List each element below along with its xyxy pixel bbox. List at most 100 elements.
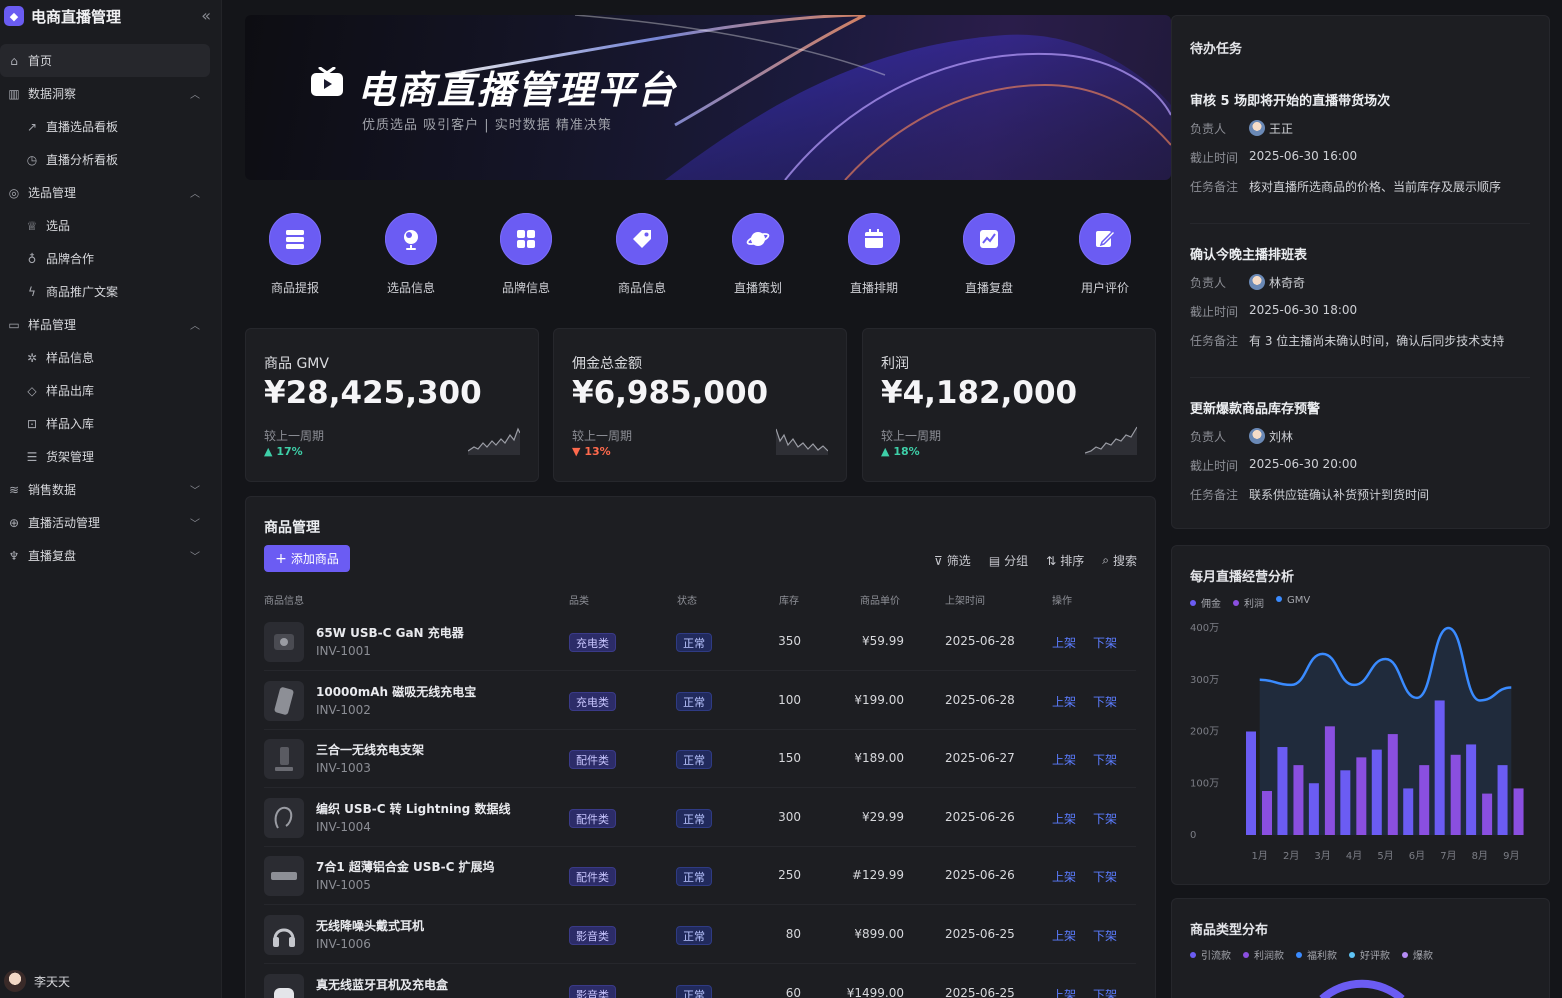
app-root: ◆ 电商直播管理 « ⌂ 首页 ▥ 数据洞察 ︿ ↗ 直播选品看板 ◷ 直播分析看板 ◎ 选… <box>0 0 1562 998</box>
sparkline <box>1085 426 1137 455</box>
list-on-shelf-link[interactable]: 上架 <box>1052 693 1076 710</box>
take-off-shelf-link[interactable]: 下架 <box>1093 751 1117 768</box>
tag-icon <box>616 213 668 265</box>
y-tick-label: 0 <box>1190 830 1196 841</box>
date-cell: 2025-06-25 <box>945 985 1015 998</box>
stat-value: ¥4,182,000 <box>881 375 1078 411</box>
sidebar-item-selection-mgmt[interactable]: ◎ 选品管理 ︿ <box>0 176 222 209</box>
product-name: 无线降噪头戴式耳机 <box>316 919 425 933</box>
column-header-stock: 库存 <box>779 596 799 607</box>
list-on-shelf-link[interactable]: 上架 <box>1052 810 1076 827</box>
task-item[interactable]: 确认今晚主播排班表 负责人 林奇奇 截止时间 2025-06-30 18:00 任务… <box>1190 244 1530 354</box>
take-off-shelf-link[interactable]: 下架 <box>1093 634 1117 651</box>
user-profile[interactable]: 李天天 <box>4 970 70 992</box>
bar-commission <box>1403 788 1414 835</box>
sidebar-item-live-analysis-board[interactable]: ◷ 直播分析看板 <box>0 143 222 176</box>
table-row[interactable]: 无线降噪头戴式耳机 INV-1006 影音类 正常 80 ¥899.00 2025-06-2… <box>264 906 1136 964</box>
take-off-shelf-link[interactable]: 下架 <box>1093 868 1117 885</box>
price-cell: ¥199.00 <box>854 692 904 707</box>
sidebar-item-shelf-mgmt[interactable]: ☰ 货架管理 <box>0 440 222 473</box>
date-cell: 2025-06-27 <box>945 751 1015 766</box>
quick-live-planning[interactable]: 直播策划 <box>708 195 808 296</box>
stat-change-value: 17% <box>276 445 303 458</box>
list-on-shelf-link[interactable]: 上架 <box>1052 751 1076 768</box>
trophy-icon: ♕ <box>26 218 38 233</box>
quick-label: 直播复盘 <box>964 281 1013 295</box>
add-product-label: 添加商品 <box>290 552 339 566</box>
status-badge: 正常 <box>676 750 712 770</box>
brand[interactable]: ◆ 电商直播管理 « <box>4 4 211 28</box>
take-off-shelf-link[interactable]: 下架 <box>1093 986 1117 998</box>
search-button[interactable]: ⌕ 搜索 <box>1102 552 1137 569</box>
quick-label: 品牌信息 <box>501 281 550 295</box>
sidebar-item-sample-out[interactable]: ◇ 样品出库 <box>0 374 222 407</box>
table-row[interactable]: 7合1 超薄铝合金 USB-C 扩展坞 INV-1005 配件类 正常 250 #129.… <box>264 847 1136 906</box>
quick-live-review[interactable]: 直播复盘 <box>939 195 1039 296</box>
table-row[interactable]: 65W USB-C GaN 充电器 INV-1001 充电类 正常 350 ¥59.99 2… <box>264 613 1136 671</box>
quick-product-report[interactable]: 商品提报 <box>245 195 345 296</box>
sort-icon: ⇅ <box>1046 553 1057 568</box>
sidebar-item-sales-data[interactable]: ≋ 销售数据 ﹀ <box>0 473 222 506</box>
sidebar-item-sample-in[interactable]: ⊡ 样品入库 <box>0 407 222 440</box>
product-thumbnail <box>264 915 304 955</box>
chevron-down-icon: ﹀ <box>190 519 200 530</box>
task-item[interactable]: 审核 5 场即将开始的直播带货场次 负责人 王正 截止时间 2025-06-30 1… <box>1190 90 1530 200</box>
sidebar-item-selection[interactable]: ♕ 选品 <box>0 209 222 242</box>
take-off-shelf-link[interactable]: 下架 <box>1093 927 1117 944</box>
task-owner: 王正 <box>1269 122 1294 136</box>
sidebar-item-label: 直播选品看板 <box>46 120 119 134</box>
table-row[interactable]: 编织 USB-C 转 Lightning 数据线 INV-1004 配件类 正常 300… <box>264 789 1136 847</box>
product-sku: INV-1001 <box>316 644 371 658</box>
take-off-shelf-link[interactable]: 下架 <box>1093 693 1117 710</box>
donut-chart <box>1319 979 1405 998</box>
sidebar-item-live-selection-board[interactable]: ↗ 直播选品看板 <box>0 110 222 143</box>
add-product-button[interactable]: + 添加商品 <box>264 545 350 572</box>
group-button[interactable]: ▤ 分组 <box>989 552 1028 569</box>
section-title: 待办任务 <box>1190 42 1243 57</box>
stat-compare-label: 较上一周期 <box>264 429 325 443</box>
task-note: 联系供应链确认补货预计到货时间 <box>1249 488 1430 502</box>
quick-user-review[interactable]: 用户评价 <box>1055 195 1155 296</box>
table-row[interactable]: 三合一无线充电支架 INV-1003 配件类 正常 150 ¥189.00 2025-06-… <box>264 730 1136 789</box>
sidebar-item-label: 销售数据 <box>28 483 77 497</box>
task-item[interactable]: 更新爆款商品库存预警 负责人 刘林 截止时间 2025-06-30 20:00 任务… <box>1190 398 1530 508</box>
table-row[interactable]: 真无线蓝牙耳机及充电盒 影音类 正常 60 ¥1499.00 2025-06-25 上架 下架 <box>264 965 1136 998</box>
product-thumbnail <box>264 973 304 998</box>
product-thumbnail <box>264 680 304 721</box>
product-sku: INV-1005 <box>316 878 371 893</box>
list-on-shelf-link[interactable]: 上架 <box>1052 868 1076 885</box>
product-name: 真无线蓝牙耳机及充电盒 <box>316 977 449 992</box>
quick-selection-info[interactable]: 选品信息 <box>361 195 461 296</box>
list-on-shelf-link[interactable]: 上架 <box>1052 634 1076 651</box>
quick-brand-info[interactable]: 品牌信息 <box>476 195 576 296</box>
category-badge: 影音类 <box>569 926 616 945</box>
product-name: 65W USB-C GaN 充电器 <box>316 626 464 640</box>
sidebar-item-label: 样品出库 <box>46 384 95 398</box>
sidebar-item-live-activity[interactable]: ⊕ 直播活动管理 ﹀ <box>0 506 222 539</box>
sidebar-item-brand-coop[interactable]: ♁ 品牌合作 <box>0 242 222 275</box>
list-on-shelf-link[interactable]: 上架 <box>1052 927 1076 944</box>
filter-button[interactable]: ⊽ 筛选 <box>934 552 971 569</box>
sidebar-item-label: 样品管理 <box>28 318 77 332</box>
take-off-shelf-link[interactable]: 下架 <box>1093 810 1117 827</box>
sidebar-item-label: 样品信息 <box>46 351 95 365</box>
sidebar-item-sample-mgmt[interactable]: ▭ 样品管理 ︿ <box>0 308 222 341</box>
collapse-sidebar-icon[interactable]: « <box>201 6 211 25</box>
date-cell: 2025-06-28 <box>945 634 1015 648</box>
list-on-shelf-link[interactable]: 上架 <box>1052 986 1076 998</box>
sidebar-nav: ⌂ 首页 ▥ 数据洞察 ︿ ↗ 直播选品看板 ◷ 直播分析看板 ◎ 选品管理 ︿ ♕ 选品 ♁ 品… <box>0 44 222 572</box>
task-due: 2025-06-30 16:00 <box>1249 149 1358 163</box>
sort-button[interactable]: ⇅ 排序 <box>1046 552 1084 569</box>
sidebar-item-sample-info[interactable]: ✲ 样品信息 <box>0 341 222 374</box>
quick-product-info[interactable]: 商品信息 <box>592 195 692 296</box>
sidebar-item-live-review[interactable]: ♆ 直播复盘 ﹀ <box>0 539 222 572</box>
quick-live-schedule[interactable]: 直播排期 <box>824 195 924 296</box>
sidebar-item-data-insight[interactable]: ▥ 数据洞察 ︿ <box>0 77 222 110</box>
column-header-status: 状态 <box>677 596 697 607</box>
stat-card-gmv: 商品 GMV ¥28,425,300 较上一周期 ▲ 17% <box>245 328 539 482</box>
sidebar-item-home[interactable]: ⌂ 首页 <box>0 44 210 77</box>
sidebar-item-promo-copy[interactable]: ϟ 商品推广文案 <box>0 275 222 308</box>
todo-panel: 待办任务 审核 5 场即将开始的直播带货场次 负责人 王正 截止时间 2025-06… <box>1171 15 1550 529</box>
x-tick-label: 3月 <box>1314 850 1330 862</box>
table-row[interactable]: 10000mAh 磁吸无线充电宝 INV-1002 充电类 正常 100 ¥199.00 2… <box>264 672 1136 730</box>
